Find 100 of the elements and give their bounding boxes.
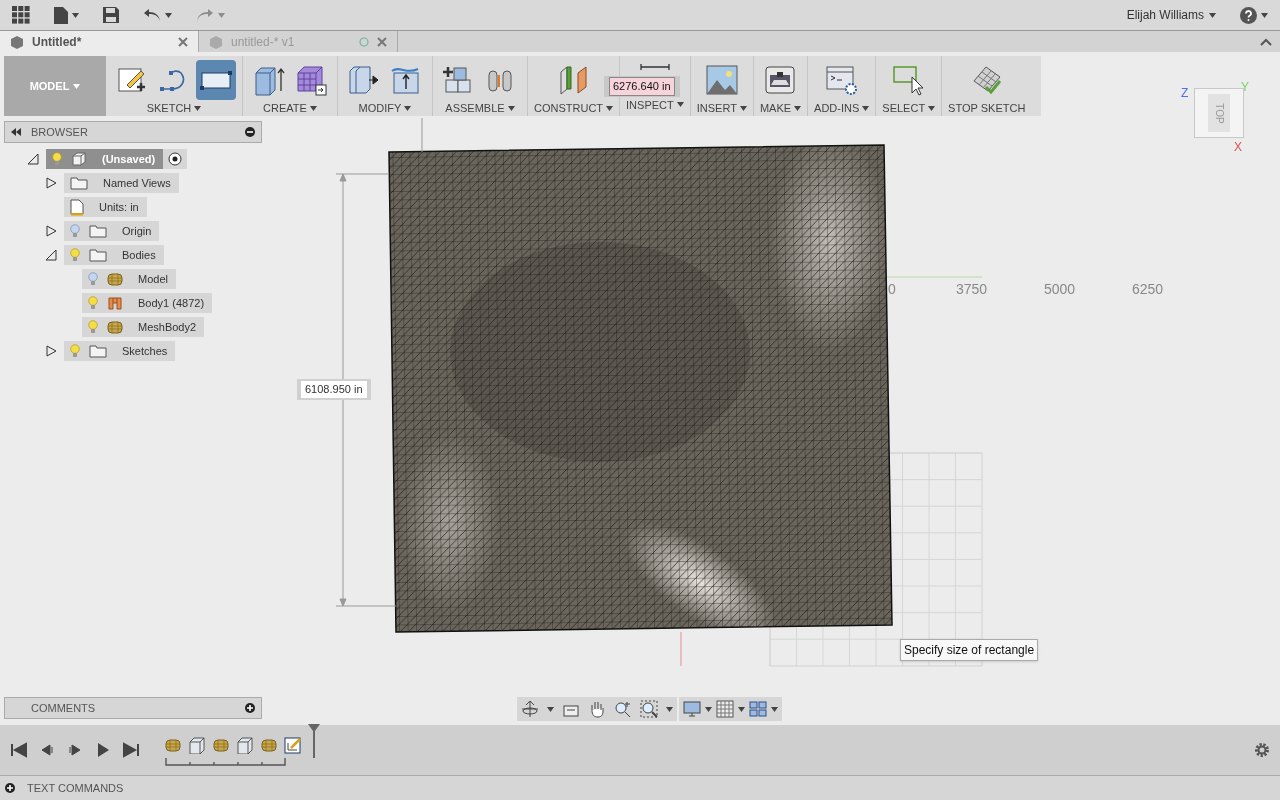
caret-icon: [606, 105, 614, 111]
browser-row[interactable]: Model: [82, 269, 176, 289]
caret-icon: [404, 105, 412, 111]
browser-label: Units: in: [98, 199, 139, 215]
selected-tool-button[interactable]: [196, 60, 236, 100]
dimension-label: 6108.950 in: [297, 379, 371, 400]
mesh-cylinder-icon: [107, 271, 123, 287]
axis-line: [680, 631, 682, 667]
pan-hand-icon[interactable]: [588, 700, 606, 718]
toolbar-group-menu[interactable]: CREATE: [263, 100, 317, 117]
extension-line: [421, 117, 423, 153]
zoom-window-icon[interactable]: [640, 700, 658, 718]
save-icon[interactable]: [103, 7, 119, 23]
expand-arrow-icon[interactable]: [45, 177, 57, 189]
skip-end-icon[interactable]: [122, 741, 140, 759]
toolbar-group-menu[interactable]: ASSEMBLE: [445, 100, 515, 117]
caret-icon: [547, 706, 554, 712]
toolbar-group-menu[interactable]: STOP SKETCH: [948, 100, 1026, 117]
zoom-icon[interactable]: [614, 700, 632, 718]
timeline-feature[interactable]: [236, 736, 254, 754]
browser-row[interactable]: Sketches: [64, 341, 176, 361]
folder-icon: [89, 344, 107, 358]
caret-icon: [862, 105, 870, 111]
caret-icon: [73, 83, 81, 89]
caret-icon: [794, 105, 802, 111]
close-icon[interactable]: [178, 36, 188, 47]
settings-icon[interactable]: [1254, 742, 1270, 758]
user-menu[interactable]: Elijah Williams: [1126, 6, 1216, 24]
cube-icon: [209, 34, 223, 49]
timeline-feature[interactable]: [164, 736, 182, 754]
grid-cube-icon: [294, 63, 328, 97]
solid-body-icon: [188, 736, 206, 754]
document-tab[interactable]: Untitled*: [0, 31, 199, 52]
status-circle-icon: [359, 36, 369, 47]
folder-icon: [89, 248, 107, 262]
grid-icon[interactable]: [716, 700, 734, 718]
toolbar-group-menu[interactable]: SKETCH: [146, 100, 202, 117]
panel-title: BROWSER: [31, 124, 89, 140]
browser-row[interactable]: Body1 (4872): [82, 293, 213, 313]
caret-icon: [165, 12, 172, 18]
collapse-arrow-icon[interactable]: [45, 249, 57, 261]
axis-tick-label: 3750: [956, 280, 989, 299]
printer-icon: [763, 63, 798, 97]
sketch-icon: [284, 736, 302, 754]
browser-label: MeshBody2: [137, 319, 197, 335]
mesh-cylinder-icon: [107, 319, 123, 335]
viewports-icon[interactable]: [749, 700, 767, 718]
timeline-feature[interactable]: [284, 736, 302, 754]
undo-icon[interactable]: [143, 8, 161, 22]
file-icon[interactable]: [54, 6, 68, 24]
browser-row[interactable]: Bodies: [64, 245, 164, 265]
toolbar-group-menu[interactable]: MAKE: [759, 100, 802, 117]
caret-icon: [1209, 12, 1216, 18]
toolbar-group-menu[interactable]: SELECT: [882, 100, 936, 117]
app-grid-icon[interactable]: [12, 6, 30, 24]
expand-arrow-icon[interactable]: [45, 225, 57, 237]
toolbar-group-menu[interactable]: INSERT: [696, 100, 747, 117]
browser-label: Body1 (4872): [137, 295, 205, 311]
caret-icon: [194, 105, 202, 111]
tooltip: Specify size of rectangle: [900, 639, 1039, 661]
collapse-arrow-icon[interactable]: [27, 153, 39, 165]
panel-title: TEXT COMMANDS: [27, 780, 124, 796]
document-ruler-icon: [70, 198, 84, 216]
panel-title: COMMENTS: [31, 700, 97, 716]
orbit-icon[interactable]: [521, 700, 539, 718]
timeline-feature[interactable]: [260, 736, 278, 754]
browser-label: Named Views: [102, 175, 171, 191]
toolbar-group-menu[interactable]: ADD-INS: [814, 100, 870, 117]
axis-label: X: [1234, 139, 1242, 156]
toolbar-group-menu[interactable]: CONSTRUCT: [534, 100, 614, 117]
browser-row[interactable]: Units: in: [64, 197, 147, 217]
caret-icon: [666, 706, 673, 712]
skip-start-icon[interactable]: [10, 741, 28, 759]
monitor-icon[interactable]: [683, 700, 701, 718]
timeline-marker[interactable]: [308, 724, 320, 758]
toolbar-group-menu[interactable]: MODIFY: [358, 100, 412, 117]
help-icon[interactable]: [1240, 6, 1257, 24]
collapse-panel-icon[interactable]: [11, 128, 21, 136]
timeline-feature[interactable]: [188, 736, 206, 754]
caret-icon: [507, 105, 515, 111]
browser-row[interactable]: Named Views: [64, 173, 179, 193]
toolbar-group-menu[interactable]: INSPECT: [626, 96, 684, 113]
caret-icon: [705, 706, 712, 712]
mesh-cylinder-icon: [165, 737, 181, 753]
radio-target-icon[interactable]: [168, 152, 183, 166]
solid-body-icon: [107, 295, 123, 311]
axis-tick-label: 5000: [1044, 280, 1077, 299]
expand-arrow-icon[interactable]: [45, 345, 57, 357]
dimension-input[interactable]: 6276.640 in: [604, 76, 680, 97]
add-circle-icon[interactable]: [5, 783, 15, 793]
chevron-up-icon[interactable]: [1260, 37, 1272, 46]
mesh-cylinder-icon: [213, 737, 229, 753]
add-circle-icon[interactable]: [245, 703, 255, 713]
browser-row[interactable]: MeshBody2: [82, 317, 205, 337]
browser-row[interactable]: Origin: [64, 221, 160, 241]
minus-circle-icon[interactable]: [245, 127, 255, 137]
caret-icon: [309, 105, 317, 111]
timeline-feature[interactable]: [212, 736, 230, 754]
caret-icon: [72, 12, 79, 18]
close-icon[interactable]: [377, 36, 387, 47]
